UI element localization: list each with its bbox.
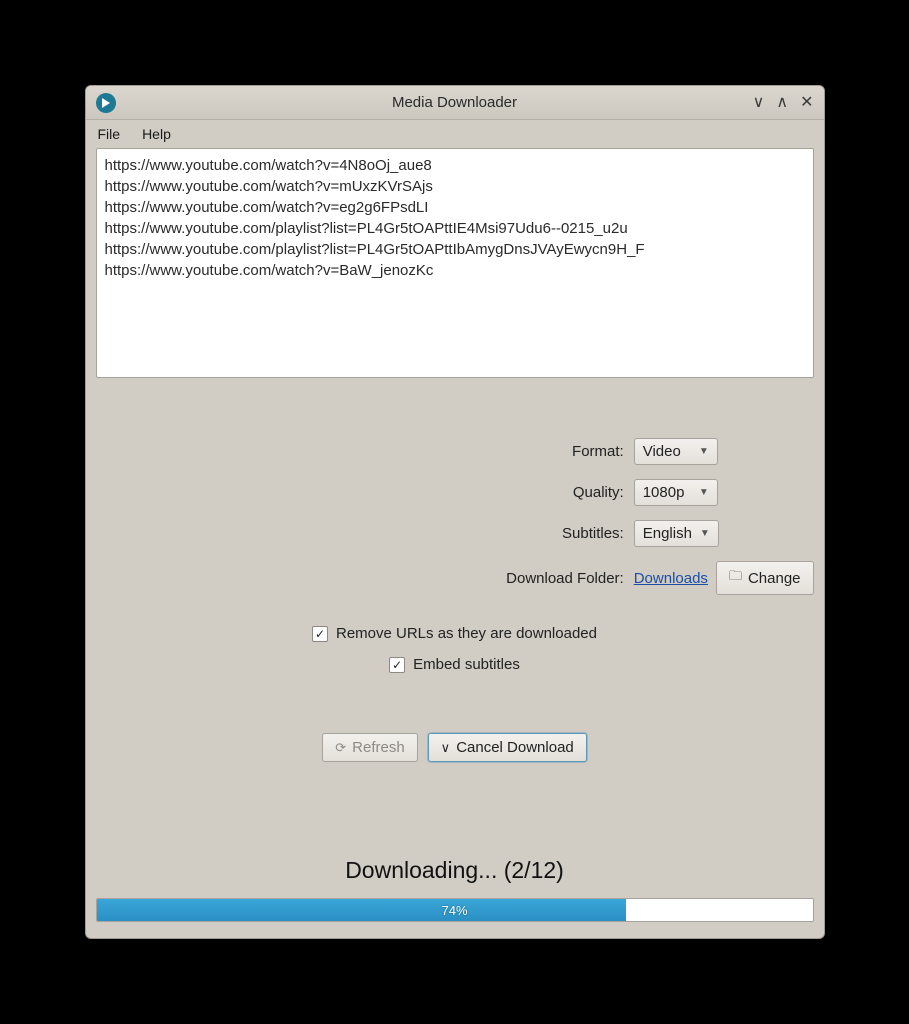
play-icon: [96, 93, 116, 113]
remove-urls-label: Remove URLs as they are downloaded: [336, 625, 597, 642]
checkbox-group: ✓ Remove URLs as they are downloaded ✓ E…: [96, 625, 814, 673]
format-value: Video: [643, 443, 681, 460]
status-text: Downloading... (2/12): [96, 857, 814, 884]
refresh-icon: ⟳: [335, 740, 346, 756]
chevron-down-icon: ∨: [441, 740, 451, 756]
cancel-download-label: Cancel Download: [456, 739, 574, 756]
subtitles-value: English: [643, 525, 692, 542]
progress-bar: 74%: [96, 898, 814, 922]
remove-urls-checkbox[interactable]: ✓ Remove URLs as they are downloaded: [312, 625, 597, 642]
chevron-down-icon: ▼: [691, 487, 709, 498]
cancel-download-button[interactable]: ∨ Cancel Download: [428, 733, 587, 762]
menubar: File Help: [86, 120, 824, 148]
chevron-down-icon: ▼: [691, 446, 709, 457]
embed-subtitles-label: Embed subtitles: [413, 656, 520, 673]
quality-label: Quality:: [96, 479, 634, 506]
url-textarea[interactable]: [96, 148, 814, 378]
format-label: Format:: [96, 438, 634, 465]
chevron-down-icon: ▼: [692, 528, 710, 539]
download-folder-link[interactable]: Downloads: [634, 570, 708, 587]
change-folder-button[interactable]: 🗀 Change: [716, 561, 814, 595]
refresh-button[interactable]: ⟳ Refresh: [322, 733, 417, 762]
quality-value: 1080p: [643, 484, 685, 501]
window-controls: ∨ ∧ ✕: [753, 95, 814, 111]
menu-file[interactable]: File: [94, 124, 125, 144]
close-button[interactable]: ✕: [800, 95, 813, 111]
embed-subtitles-checkbox[interactable]: ✓ Embed subtitles: [389, 656, 520, 673]
change-folder-label: Change: [748, 570, 801, 587]
check-icon: ✓: [389, 657, 405, 673]
folder-icon: 🗀: [729, 567, 742, 589]
progress-label: 74%: [97, 899, 813, 921]
subtitles-label: Subtitles:: [96, 520, 634, 547]
app-window: Media Downloader ∨ ∧ ✕ File Help Format:…: [85, 85, 825, 939]
folder-label: Download Folder:: [96, 561, 634, 595]
refresh-label: Refresh: [352, 739, 405, 756]
content-area: Format: Video ▼ Quality: 1080p ▼ Subtitl…: [86, 148, 824, 938]
quality-dropdown[interactable]: 1080p ▼: [634, 479, 718, 506]
titlebar: Media Downloader ∨ ∧ ✕: [86, 86, 824, 120]
action-buttons: ⟳ Refresh ∨ Cancel Download: [96, 733, 814, 762]
format-dropdown[interactable]: Video ▼: [634, 438, 718, 465]
minimize-button[interactable]: ∨: [753, 95, 765, 111]
check-icon: ✓: [312, 626, 328, 642]
menu-help[interactable]: Help: [138, 124, 175, 144]
maximize-button[interactable]: ∧: [776, 95, 788, 111]
window-title: Media Downloader: [86, 94, 824, 111]
subtitles-dropdown[interactable]: English ▼: [634, 520, 719, 547]
options-form: Format: Video ▼ Quality: 1080p ▼ Subtitl…: [96, 438, 814, 595]
